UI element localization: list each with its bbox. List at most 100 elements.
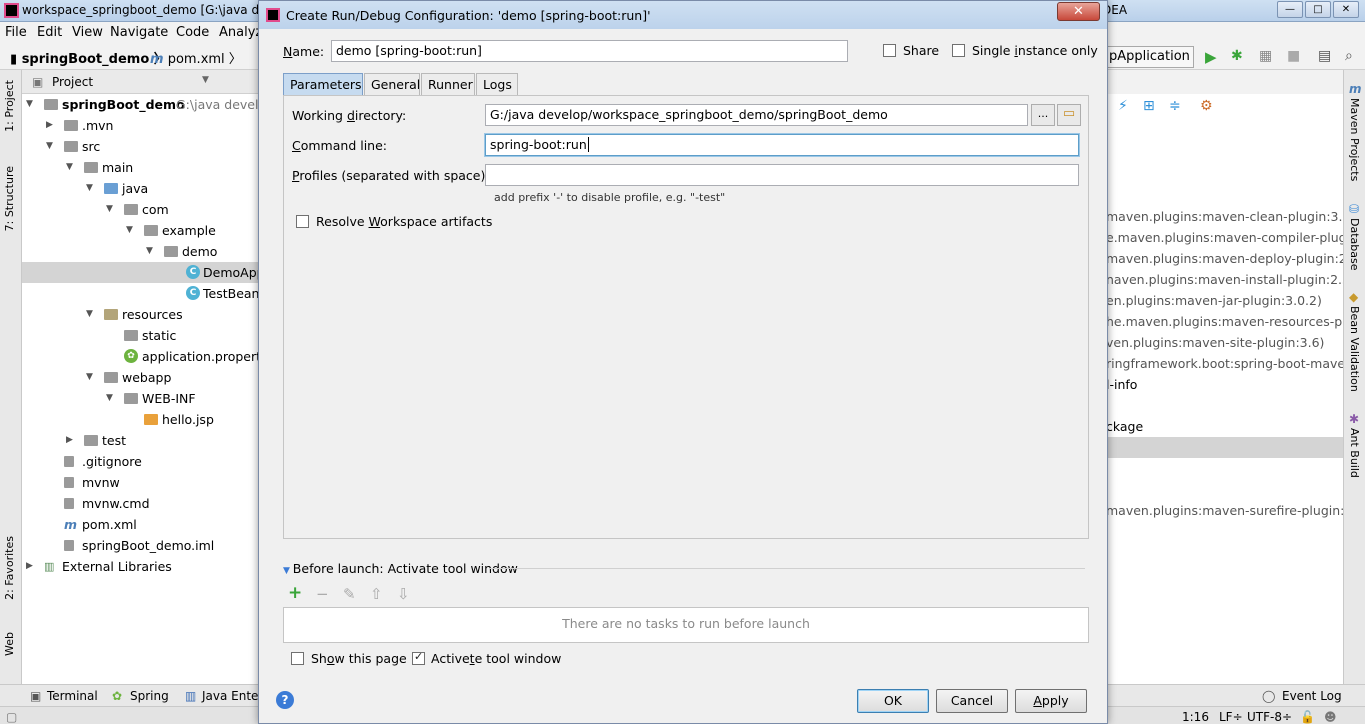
ok-button[interactable]: OK [857, 689, 929, 713]
chevron-right-icon[interactable]: ▶ [66, 430, 73, 451]
menu-view[interactable]: View [72, 25, 103, 40]
tab-runner[interactable]: Runner [421, 73, 475, 95]
chevron-down-icon[interactable]: ▼ [26, 94, 33, 115]
folder-icon[interactable]: ▭ [1057, 104, 1081, 126]
close-window-button[interactable]: ✕ [1333, 1, 1359, 18]
tab-event-log[interactable]: Event Log [1282, 689, 1342, 703]
menu-file[interactable]: File [5, 25, 27, 40]
tree-item-demoapp[interactable]: C DemoApp [22, 262, 265, 283]
run-icon[interactable]: ▶ [1205, 48, 1221, 66]
maven-item[interactable]: en.plugins:maven-jar-plugin:3.0.2) [1106, 290, 1343, 311]
tab-favorites[interactable]: 2: Favorites [3, 536, 16, 600]
chevron-down-icon[interactable]: ▼ [106, 199, 113, 220]
chevron-down-icon[interactable]: ▼ [146, 241, 153, 262]
resolve-workspace-checkbox[interactable] [296, 215, 309, 228]
maven-item[interactable]: l-info [1106, 374, 1343, 395]
tree-item-main[interactable]: ▼ main [22, 157, 262, 178]
menu-analyze[interactable]: Analyz [219, 25, 262, 40]
tree-item-example[interactable]: ▼ example [22, 220, 262, 241]
chevron-right-icon[interactable]: ▶ [46, 115, 53, 136]
single-instance-checkbox[interactable] [952, 44, 965, 57]
close-button[interactable]: ✕ [1057, 2, 1100, 21]
maven-item[interactable]: maven.plugins:maven-clean-plugin:3.0.0) [1106, 206, 1343, 227]
tree-item-web-inf[interactable]: ▼ WEB-INF [22, 388, 262, 409]
menu-code[interactable]: Code [176, 25, 209, 40]
tree-item-resources[interactable]: ▼ resources [22, 304, 262, 325]
maximize-button[interactable]: □ [1305, 1, 1331, 18]
tree-item-src[interactable]: ▼ src [22, 136, 262, 157]
before-launch-header[interactable]: ▼ Before launch: Activate tool window [283, 561, 518, 576]
lightning-icon[interactable]: ⚡ [1118, 98, 1128, 114]
add-icon[interactable]: + [288, 583, 302, 603]
tab-parameters[interactable]: Parameters [283, 73, 363, 95]
chevron-down-icon[interactable]: ▼ [126, 220, 133, 241]
cancel-button[interactable]: Cancel [936, 689, 1008, 713]
tree-item-java[interactable]: ▼ java [22, 178, 262, 199]
share-checkbox[interactable] [883, 44, 896, 57]
tree-item-iml[interactable]: springBoot_demo.iml [22, 535, 262, 556]
debug-icon[interactable]: ✱ [1231, 48, 1247, 64]
menu-navigate[interactable]: Navigate [110, 25, 168, 40]
tree-item-com[interactable]: ▼ com [22, 199, 262, 220]
collapse-all-icon[interactable]: ≑ [1169, 98, 1181, 114]
tool-windows-icon[interactable]: ▢ [6, 710, 17, 724]
tab-logs[interactable]: Logs [476, 73, 518, 95]
maven-item[interactable]: ringframework.boot:spring-boot-maven- [1106, 353, 1343, 374]
run-configuration-select[interactable]: pApplication ▾ [1106, 46, 1194, 68]
caret-position[interactable]: 1:16 [1182, 710, 1209, 724]
before-launch-tasks-list[interactable]: There are no tasks to run before launch [283, 607, 1089, 643]
browse-button[interactable]: ... [1031, 104, 1055, 126]
chevron-down-icon[interactable]: ▼ [283, 566, 293, 576]
tab-database[interactable]: Database [1348, 218, 1361, 271]
breadcrumb-file[interactable]: m pom.xml 〉 [150, 48, 242, 67]
tree-item-static[interactable]: static [22, 325, 262, 346]
profiles-input[interactable] [485, 164, 1079, 186]
dependencies-icon[interactable]: ⊞ [1143, 98, 1155, 114]
tree-item-mvnw[interactable]: mvnw [22, 472, 262, 493]
tab-general[interactable]: General [364, 73, 420, 95]
tab-spring[interactable]: Spring [130, 689, 169, 703]
search-icon[interactable]: ⌕ [1345, 48, 1361, 64]
command-line-input[interactable]: spring-boot:run [485, 134, 1079, 156]
chevron-right-icon[interactable]: ▶ [26, 556, 33, 577]
tab-bean-validation[interactable]: Bean Validation [1348, 306, 1361, 392]
activate-tool-window-checkbox[interactable] [412, 650, 425, 665]
tree-item-mvnw-cmd[interactable]: mvnw.cmd [22, 493, 262, 514]
hector-icon[interactable]: ☻ [1324, 710, 1337, 724]
maven-item[interactable]: maven.plugins:maven-surefire-plugin:2.2 [1106, 500, 1343, 521]
help-icon[interactable]: ? [276, 691, 294, 709]
tab-structure[interactable]: 7: Structure [3, 166, 16, 231]
working-directory-input[interactable]: G:/java develop/workspace_springboot_dem… [485, 104, 1028, 126]
tree-item-webapp[interactable]: ▼ webapp [22, 367, 262, 388]
name-input[interactable]: demo [spring-boot:run] [331, 40, 848, 62]
maven-item[interactable]: maven.plugins:maven-deploy-plugin:2.8.2 [1106, 248, 1343, 269]
tab-project[interactable]: 1: Project [3, 80, 16, 132]
line-separator[interactable]: LF÷ [1219, 710, 1243, 724]
move-up-icon[interactable]: ⇧ [370, 585, 383, 603]
menu-edit[interactable]: Edit [37, 25, 62, 40]
project-structure-icon[interactable]: ▤ [1318, 48, 1334, 64]
tree-item-hello-jsp[interactable]: hello.jsp [22, 409, 262, 430]
minimize-button[interactable]: — [1277, 1, 1303, 18]
chevron-down-icon[interactable]: ▼ [106, 388, 113, 409]
stop-icon[interactable]: ■ [1287, 48, 1303, 64]
maven-settings-icon[interactable]: ⚙ [1200, 98, 1213, 114]
file-encoding[interactable]: UTF-8÷ [1247, 710, 1292, 724]
tab-terminal[interactable]: Terminal [47, 689, 98, 703]
project-panel-title[interactable]: Project [52, 75, 93, 89]
tree-item-root[interactable]: ▼ springBoot_demo G:\java develc [22, 94, 265, 115]
chevron-down-icon[interactable]: ▼ [86, 178, 93, 199]
show-page-checkbox[interactable] [291, 652, 304, 665]
coverage-icon[interactable]: ▦ [1259, 48, 1275, 64]
tree-item-external-libraries[interactable]: ▶ ▥ External Libraries [22, 556, 262, 577]
apply-button[interactable]: Apply [1015, 689, 1087, 713]
chevron-down-icon[interactable]: ▼ [86, 304, 93, 325]
tab-java-enterprise[interactable]: Java Enter [202, 689, 263, 703]
tree-item-mvn[interactable]: ▶ .mvn [22, 115, 262, 136]
maven-item[interactable]: ven.plugins:maven-site-plugin:3.6) [1106, 332, 1343, 353]
chevron-down-icon[interactable]: ▼ [46, 136, 53, 157]
tree-item-test[interactable]: ▶ test [22, 430, 262, 451]
maven-item-selected[interactable] [1106, 437, 1343, 458]
edit-icon[interactable]: ✎ [343, 585, 356, 603]
tree-item-application-properties[interactable]: ✿ application.properti [22, 346, 265, 367]
